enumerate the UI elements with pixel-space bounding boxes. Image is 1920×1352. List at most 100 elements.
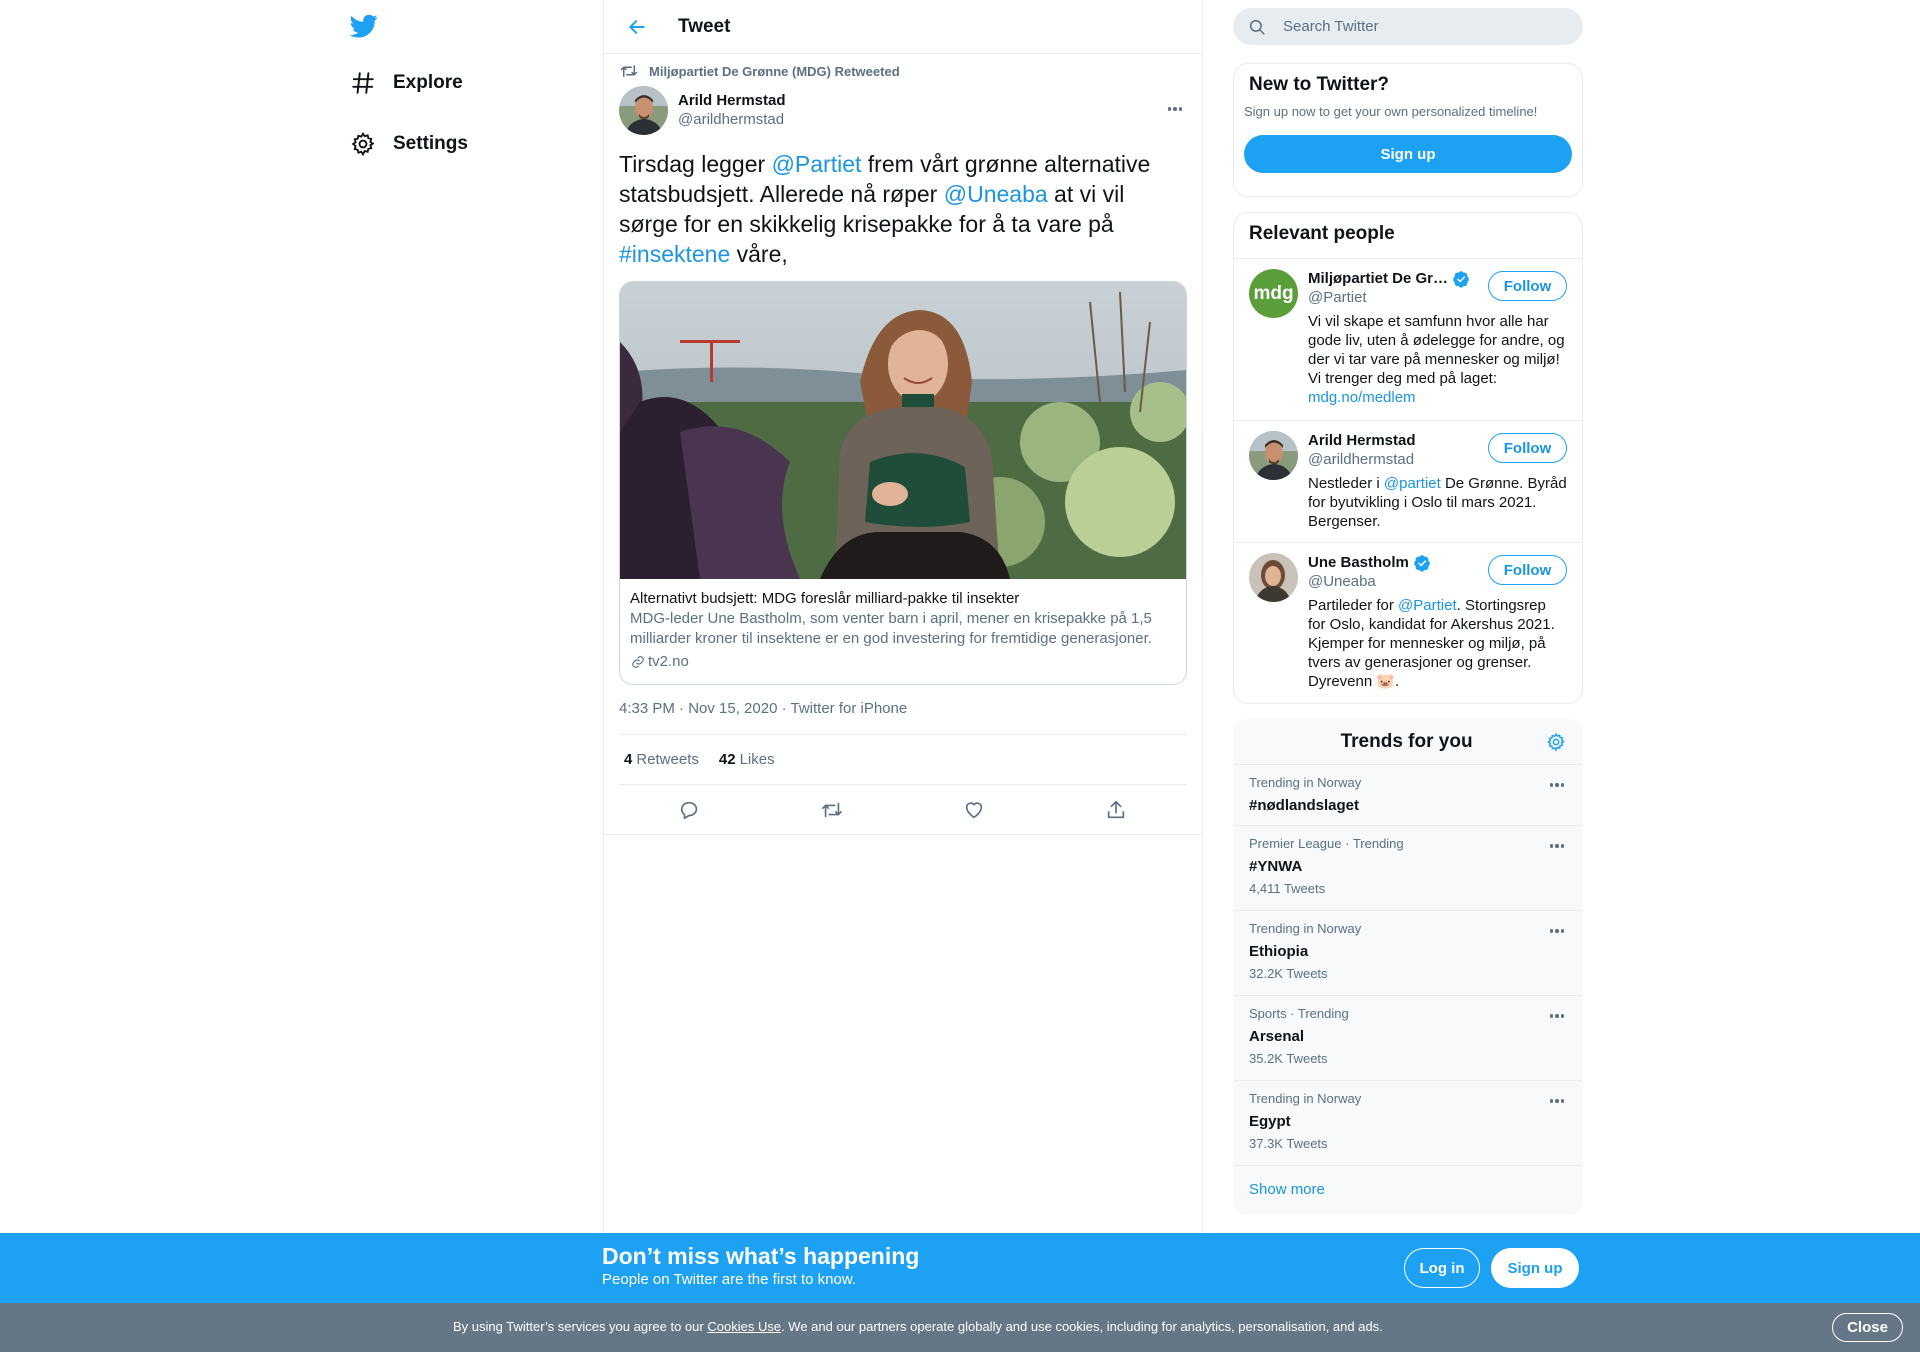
signup-banner: Don’t miss what’s happening People on Tw… bbox=[0, 1233, 1920, 1303]
person-name: Miljøpartiet De Gr… bbox=[1308, 270, 1449, 287]
back-arrow-icon[interactable] bbox=[619, 9, 655, 45]
trends-title: Trends for you bbox=[1340, 731, 1473, 752]
trend-context: Trending in Norway bbox=[1249, 775, 1362, 790]
cookie-text-part: By using Twitter’s services you agree to… bbox=[453, 1319, 708, 1334]
trend-more-icon[interactable] bbox=[1547, 1093, 1567, 1109]
bio-text: Partileder for bbox=[1308, 597, 1399, 614]
person-card[interactable]: mdg Miljøpartiet De Gr… @Partiet Follow … bbox=[1234, 258, 1582, 420]
banner-title: Don’t miss what’s happening bbox=[602, 1243, 920, 1269]
cookie-text-part: . We and our partners operate globally a… bbox=[781, 1319, 1383, 1334]
reply-icon[interactable] bbox=[673, 793, 707, 827]
author-avatar[interactable] bbox=[619, 85, 668, 135]
tweet-header: Tweet bbox=[604, 0, 1202, 54]
bio-text: Vi vil skape et samfunn hvor alle har go… bbox=[1308, 313, 1565, 387]
card-image bbox=[620, 282, 1186, 579]
cookies-use-link[interactable]: Cookies Use bbox=[707, 1319, 781, 1334]
trend-more-icon[interactable] bbox=[1547, 1008, 1567, 1024]
share-icon[interactable] bbox=[1099, 793, 1133, 827]
tweet-stats: 4 Retweets 42 Likes bbox=[619, 735, 1187, 785]
retweet-action-icon[interactable] bbox=[815, 793, 849, 827]
follow-button[interactable]: Follow bbox=[1488, 271, 1567, 301]
person-card[interactable]: Une Bastholm @Uneaba Follow Partileder f… bbox=[1234, 542, 1582, 703]
trend-name: #YNWA bbox=[1249, 858, 1303, 875]
avatar-mdg[interactable]: mdg bbox=[1249, 269, 1298, 318]
person-bio: Nestleder i @partiet De Grønne. Byråd fo… bbox=[1308, 474, 1567, 531]
show-more-link[interactable]: Show more bbox=[1234, 1166, 1582, 1214]
twitter-logo-icon[interactable] bbox=[348, 12, 380, 42]
trend-context: Premier League · Trending bbox=[1249, 836, 1404, 851]
author-handle[interactable]: @arildhermstad bbox=[678, 110, 786, 129]
card-title: Alternativt budsjett: MDG foreslår milli… bbox=[630, 590, 1020, 607]
trends-box: Trends for you Trending in Norway #nødla… bbox=[1233, 719, 1583, 1215]
cookie-bar: By using Twitter’s services you agree to… bbox=[0, 1303, 1920, 1352]
trends-settings-icon[interactable] bbox=[1545, 731, 1567, 753]
bio-text: Nestleder i bbox=[1308, 475, 1384, 492]
follow-button[interactable]: Follow bbox=[1488, 433, 1567, 463]
trend-more-icon[interactable] bbox=[1547, 777, 1567, 793]
signup-button[interactable]: Sign up bbox=[1491, 1248, 1579, 1288]
mdg-logo-text: mdg bbox=[1253, 282, 1294, 304]
trend-count: 32.2K Tweets bbox=[1249, 966, 1328, 981]
cookie-close-button[interactable]: Close bbox=[1832, 1313, 1903, 1342]
verified-badge-icon bbox=[1413, 554, 1430, 572]
trend-name: Egypt bbox=[1249, 1113, 1291, 1130]
mention-uneaba[interactable]: @Uneaba bbox=[944, 181, 1048, 207]
trend-item[interactable]: Trending in Norway #nødlandslaget bbox=[1234, 765, 1582, 826]
trend-count: 37.3K Tweets bbox=[1249, 1136, 1328, 1151]
bio-link[interactable]: @Partiet bbox=[1398, 597, 1457, 614]
person-card[interactable]: Arild Hermstad @arildhermstad Follow Nes… bbox=[1234, 420, 1582, 542]
more-options-icon[interactable] bbox=[1163, 97, 1187, 121]
trend-item[interactable]: Trending in Norway Egypt 37.3K Tweets bbox=[1234, 1081, 1582, 1166]
tweet-meta: 4:33 PM · Nov 15, 2020 · Twitter for iPh… bbox=[619, 700, 1187, 735]
trends-header: Trends for you bbox=[1234, 720, 1582, 765]
trend-context: Trending in Norway bbox=[1249, 921, 1362, 936]
tweet-text-part: Tirsdag legger bbox=[619, 151, 772, 177]
person-bio: Vi vil skape et samfunn hvor alle har go… bbox=[1308, 312, 1567, 407]
trend-item[interactable]: Premier League · Trending #YNWA 4,411 Tw… bbox=[1234, 826, 1582, 911]
card-description: MDG-leder Une Bastholm, som venter barn … bbox=[630, 610, 1152, 647]
trend-more-icon[interactable] bbox=[1547, 923, 1567, 939]
retweet-context: Miljøpartiet De Grønne (MDG) Retweeted bbox=[619, 57, 1187, 85]
bio-link[interactable]: @partiet bbox=[1384, 475, 1441, 492]
banner-subtitle: People on Twitter are the first to know. bbox=[602, 1271, 857, 1288]
card-domain: tv2.no bbox=[630, 652, 1176, 672]
new-to-twitter-box: New to Twitter? Sign up now to get your … bbox=[1233, 63, 1583, 197]
trend-item[interactable]: Trending in Norway Ethiopia 32.2K Tweets bbox=[1234, 911, 1582, 996]
trend-count: 35.2K Tweets bbox=[1249, 1051, 1328, 1066]
like-icon[interactable] bbox=[957, 793, 991, 827]
new-to-twitter-title: New to Twitter? bbox=[1249, 74, 1390, 95]
main-column: Tweet Miljøpartiet De Grønne (MDG) Retwe… bbox=[603, 0, 1203, 1352]
hashtag-icon bbox=[348, 68, 378, 98]
likes-stat[interactable]: 42 Likes bbox=[719, 751, 775, 768]
login-button[interactable]: Log in bbox=[1404, 1248, 1480, 1288]
tweet: Miljøpartiet De Grønne (MDG) Retweeted A… bbox=[604, 57, 1202, 835]
trend-more-icon[interactable] bbox=[1547, 838, 1567, 854]
search-input[interactable] bbox=[1283, 18, 1563, 35]
retweet-icon bbox=[619, 61, 639, 81]
sidebar-signup-button[interactable]: Sign up bbox=[1244, 135, 1572, 173]
person-handle: @Uneaba bbox=[1308, 573, 1376, 590]
nav-settings[interactable]: Settings bbox=[348, 124, 468, 164]
avatar-arild[interactable] bbox=[1249, 431, 1298, 480]
bio-link[interactable]: mdg.no/medlem bbox=[1308, 389, 1416, 406]
likes-label: Likes bbox=[739, 751, 775, 768]
search-icon bbox=[1247, 17, 1267, 37]
trend-context: Sports · Trending bbox=[1249, 1006, 1349, 1021]
retweets-stat[interactable]: 4 Retweets bbox=[624, 751, 699, 768]
trend-context: Trending in Norway bbox=[1249, 1091, 1362, 1106]
follow-button[interactable]: Follow bbox=[1488, 555, 1567, 585]
author-name[interactable]: Arild Hermstad bbox=[678, 91, 786, 110]
person-bio: Partileder for @Partiet. Stortingsrep fo… bbox=[1308, 596, 1567, 691]
nav-explore[interactable]: Explore bbox=[348, 63, 463, 103]
avatar-une[interactable] bbox=[1249, 553, 1298, 602]
trend-item[interactable]: Sports · Trending Arsenal 35.2K Tweets bbox=[1234, 996, 1582, 1081]
link-card[interactable]: Alternativt budsjett: MDG foreslår milli… bbox=[619, 281, 1187, 685]
hashtag-insektene[interactable]: #insektene bbox=[619, 241, 730, 267]
person-name: Arild Hermstad bbox=[1308, 432, 1416, 449]
search-bar[interactable] bbox=[1233, 8, 1583, 45]
mention-partiet[interactable]: @Partiet bbox=[772, 151, 862, 177]
trend-count: 4,411 Tweets bbox=[1249, 881, 1326, 896]
likes-count: 42 bbox=[718, 751, 736, 768]
new-to-twitter-description: Sign up now to get your own personalized… bbox=[1244, 104, 1538, 119]
retweeted-by-link[interactable]: Miljøpartiet De Grønne (MDG) Retweeted bbox=[649, 64, 900, 79]
